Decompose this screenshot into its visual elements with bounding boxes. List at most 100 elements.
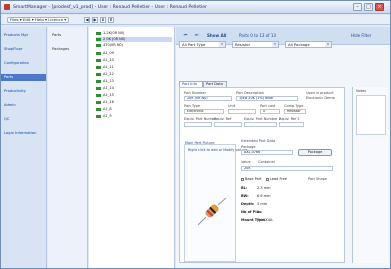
- tree-item[interactable]: A1_12: [96, 72, 172, 77]
- equiv-ref-2-field[interactable]: [279, 122, 304, 127]
- parts-subnavigation: Parts Packages: [48, 27, 88, 268]
- part-cost-label: Part cost: [260, 104, 276, 108]
- part-icon: [96, 65, 101, 69]
- part-detail-area: ⏮ ⏭ Show All Parts 0 to 13 of 13 Hide Fi…: [176, 27, 390, 268]
- tree-item-selected[interactable]: 2 0K (0R N0): [96, 37, 172, 42]
- part-icon: [96, 86, 101, 90]
- part-shape-label: Part Shape: [308, 177, 327, 181]
- spec-nb-pins: Nb of Pins:2: [241, 210, 263, 214]
- first-page-icon[interactable]: ⏮: [182, 31, 189, 38]
- package-filter[interactable]: All Package ▾: [285, 41, 332, 48]
- part-description-field[interactable]: 1/4w 20K (1%) axial: [236, 96, 298, 101]
- part-number-label: Part Number: [184, 91, 207, 95]
- spec-mount-type: Mount Type:TH AXIAL: [241, 218, 274, 222]
- package-label: Package: [241, 145, 256, 149]
- tree-item[interactable]: A1_09: [96, 51, 172, 56]
- back-tool-button[interactable]: ◀: [84, 17, 90, 23]
- chevron-down-icon: ▾: [325, 42, 331, 47]
- forward-tool-button[interactable]: ▶: [92, 17, 98, 23]
- notes-textarea[interactable]: [356, 95, 386, 135]
- nav-qc[interactable]: QC: [4, 117, 9, 121]
- close-button[interactable]: ×: [375, 3, 384, 11]
- chevron-down-icon: ▾: [219, 42, 225, 47]
- part-cost-field[interactable]: 0: [260, 109, 280, 114]
- equiv-part-number-field[interactable]: [184, 122, 212, 127]
- used-in-product-label: Used in product: [306, 91, 334, 95]
- value-select[interactable]: 20K: [241, 166, 333, 171]
- equiv-part-number-2-field[interactable]: [244, 122, 277, 127]
- maximize-button[interactable]: □: [364, 3, 373, 11]
- part-icon: [96, 43, 101, 47]
- extended-data-label: Extended Part Data: [241, 139, 276, 143]
- component-filter[interactable]: Resistor ▾: [232, 41, 279, 48]
- title-bar: SmartManager - [prodesf_v1_prod] - User …: [1, 1, 390, 14]
- tree-item[interactable]: A1_10: [96, 58, 172, 63]
- spec-bl: BL: 2.3 mm: [241, 186, 271, 190]
- sub-packages[interactable]: Packages: [52, 47, 69, 51]
- show-all-button[interactable]: Show All: [207, 33, 226, 38]
- upload-tool-button[interactable]: ⬆: [108, 17, 114, 23]
- main-menu[interactable]: Files ▾ Edit ▾ Help ▾ Licence ▾: [7, 17, 70, 23]
- used-in-product-value: Electronic Demo: [306, 96, 335, 100]
- part-icon: [96, 93, 101, 97]
- tree-item[interactable]: A1_16: [96, 100, 172, 105]
- part-type-filter[interactable]: All Part Type ▾: [179, 41, 226, 48]
- equiv-ref-2-label: Equiv. Ref 2: [279, 117, 300, 121]
- part-icon: [96, 100, 101, 104]
- next-page-icon[interactable]: ⏭: [193, 31, 200, 38]
- equiv-part-number-label: Equiv. Part Number: [184, 117, 218, 121]
- unit-select[interactable]: [228, 109, 256, 114]
- nav-admin[interactable]: Admin: [4, 103, 16, 107]
- equiv-ref-field[interactable]: [214, 122, 242, 127]
- nav-parts[interactable]: Parts: [1, 74, 46, 81]
- nav-shopfloor[interactable]: ShopFloor: [4, 47, 22, 51]
- nav-products-mgr[interactable]: Products Mgr: [4, 33, 28, 37]
- hide-filter-button[interactable]: Hide Filter: [351, 33, 371, 38]
- part-icon: [96, 79, 101, 83]
- comp-type-select[interactable]: Resistor: [284, 109, 306, 114]
- menu-bar: Files ▾ Edit ▾ Help ▾ Licence ▾ ◀ ▶ ⬇ ⬆: [1, 15, 390, 25]
- notes-panel: Notes: [352, 87, 388, 263]
- nav-productivity[interactable]: Productivity: [4, 89, 26, 93]
- app-logo-icon: [4, 4, 10, 10]
- nav-login-information[interactable]: Login Information: [4, 131, 36, 135]
- part-type-select[interactable]: Electronic: [184, 109, 224, 114]
- comp-type-label: Comp Type: [284, 104, 304, 108]
- download-tool-button[interactable]: ⬇: [100, 17, 106, 23]
- tree-item[interactable]: A1_11: [96, 65, 172, 70]
- part-type-label: Part Type: [184, 104, 201, 108]
- tree-item[interactable]: A1_13: [96, 79, 172, 84]
- tree-item[interactable]: A1_9: [96, 114, 172, 119]
- package-field[interactable]: AXL,0766: [241, 150, 293, 155]
- lead-free-checkbox[interactable]: Lead Free: [266, 177, 287, 181]
- part-info-form: Part Number 20K (0R N0) Part Description…: [179, 87, 345, 263]
- part-picture-panel[interactable]: Right click to add or Modify picture: [184, 144, 247, 262]
- parts-tree: 1-2K(0R N0) 2 0K (0R N0) 470(0R N0) A1_0…: [89, 27, 175, 268]
- tree-item[interactable]: A1_8: [96, 107, 172, 112]
- part-icon: [96, 58, 101, 62]
- base-part-checkbox[interactable]: Base Part: [241, 177, 262, 181]
- unit-label: Unit: [228, 104, 236, 108]
- container-label: Container: [258, 160, 276, 164]
- window-title: SmartManager - [prodesf_v1_prod] - User …: [13, 5, 208, 10]
- tree-item[interactable]: 470(0R N0): [96, 43, 172, 48]
- part-description-label: Part Description: [236, 91, 264, 95]
- part-icon: [96, 51, 101, 55]
- part-icon: [96, 37, 101, 41]
- part-icon: [96, 31, 101, 35]
- value-label: Value: [241, 160, 251, 164]
- part-icon: [96, 72, 101, 76]
- minimize-button[interactable]: –: [353, 3, 362, 11]
- tree-item[interactable]: A1_15: [96, 93, 172, 98]
- part-icon: [96, 107, 101, 111]
- nav-configuration[interactable]: Configuration: [4, 61, 29, 65]
- part-number-field[interactable]: 20K (0R N0): [184, 96, 232, 101]
- spec-depth: Depth: 3 mm: [241, 202, 268, 206]
- resistor-image: [197, 197, 227, 226]
- package-button[interactable]: Package: [298, 149, 332, 156]
- tree-item[interactable]: A1_14: [96, 86, 172, 91]
- equiv-part-number-2-label: Equiv. Part Number 2: [244, 117, 282, 121]
- sub-parts[interactable]: Parts: [52, 33, 61, 37]
- picture-hint: Right click to add or Modify picture: [188, 148, 248, 152]
- tree-item[interactable]: 1-2K(0R N0): [96, 31, 172, 36]
